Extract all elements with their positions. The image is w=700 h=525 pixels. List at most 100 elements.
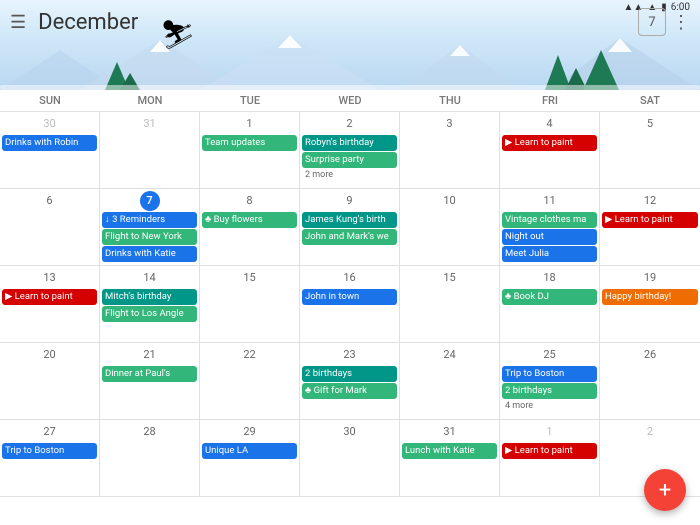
day-cell-32[interactable]: 31Lunch with Katie: [400, 420, 500, 496]
event-item[interactable]: ♣ Gift for Mark: [302, 383, 397, 399]
day-cell-20[interactable]: 19Happy birthday!: [600, 266, 700, 342]
event-item[interactable]: ▶ Learn to paint: [2, 289, 97, 305]
event-item[interactable]: Night out: [502, 229, 597, 245]
day-number: 2: [640, 422, 660, 442]
day-cell-24[interactable]: 232 birthdays♣ Gift for Mark: [300, 343, 400, 419]
event-item[interactable]: Drinks with Katie: [102, 246, 197, 262]
page-title: December: [38, 10, 638, 35]
day-number: 3: [440, 114, 460, 134]
event-item[interactable]: 2 birthdays: [502, 383, 597, 399]
day-cell-10[interactable]: 9James Kung's birthJohn and Mark's we: [300, 189, 400, 265]
event-item[interactable]: Team updates: [202, 135, 297, 151]
day-cell-6[interactable]: 5: [600, 112, 700, 188]
day-cell-26[interactable]: 25Trip to Boston2 birthdays4 more: [500, 343, 600, 419]
event-item[interactable]: Surprise party: [302, 152, 397, 168]
day-cell-23[interactable]: 22: [200, 343, 300, 419]
event-item[interactable]: ▶ Learn to paint: [502, 135, 597, 151]
event-item[interactable]: Meet Julia: [502, 246, 597, 262]
day-cell-3[interactable]: 2Robyn's birthdaySurprise party2 more: [300, 112, 400, 188]
day-cell-21[interactable]: 20: [0, 343, 100, 419]
day-cell-8[interactable]: 7↓ 3 RemindersFlight to New YorkDrinks w…: [100, 189, 200, 265]
event-item[interactable]: Happy birthday!: [602, 289, 698, 305]
day-number: 15: [440, 268, 460, 288]
day-cell-16[interactable]: 15: [200, 266, 300, 342]
calendar-icon-button[interactable]: 7: [638, 8, 666, 36]
day-number: 13: [40, 268, 60, 288]
day-cell-29[interactable]: 28: [100, 420, 200, 496]
day-number: 25: [540, 345, 560, 365]
day-cell-27[interactable]: 26: [600, 343, 700, 419]
event-item[interactable]: 2 more: [302, 169, 397, 181]
day-number: 24: [440, 345, 460, 365]
event-item[interactable]: 2 birthdays: [302, 366, 397, 382]
event-item[interactable]: Trip to Boston: [2, 443, 97, 459]
header-wed: WED: [300, 90, 400, 111]
day-number: 31: [140, 114, 160, 134]
day-cell-15[interactable]: 14Mitch's birthdayFlight to Los Angle: [100, 266, 200, 342]
day-number: 19: [640, 268, 660, 288]
day-cell-13[interactable]: 12▶ Learn to paint: [600, 189, 700, 265]
day-cell-1[interactable]: 31: [100, 112, 200, 188]
event-item[interactable]: John and Mark's we: [302, 229, 397, 245]
event-item[interactable]: James Kung's birth: [302, 212, 397, 228]
event-item[interactable]: ▶ Learn to paint: [502, 443, 597, 459]
day-cell-19[interactable]: 18♣ Book DJ: [500, 266, 600, 342]
add-event-button[interactable]: +: [644, 469, 686, 511]
day-number: 7: [140, 191, 160, 211]
event-item[interactable]: John in town: [302, 289, 397, 305]
day-number: 4: [540, 114, 560, 134]
day-cell-4[interactable]: 3: [400, 112, 500, 188]
more-options-icon[interactable]: ⋮: [672, 12, 690, 33]
event-item[interactable]: Mitch's birthday: [102, 289, 197, 305]
day-cell-25[interactable]: 24: [400, 343, 500, 419]
day-number: 30: [340, 422, 360, 442]
day-cell-14[interactable]: 13▶ Learn to paint: [0, 266, 100, 342]
event-item[interactable]: Dinner at Paul's: [102, 366, 197, 382]
event-item[interactable]: ↓ 3 Reminders: [102, 212, 197, 228]
event-item[interactable]: Drinks with Robin: [2, 135, 97, 151]
header-mon: MON: [100, 90, 200, 111]
day-cell-33[interactable]: 1▶ Learn to paint: [500, 420, 600, 496]
day-number: 12: [640, 191, 660, 211]
event-item[interactable]: Unique LA: [202, 443, 297, 459]
day-cell-18[interactable]: 15: [400, 266, 500, 342]
day-number: 1: [240, 114, 260, 134]
event-item[interactable]: ♣ Buy flowers: [202, 212, 297, 228]
day-number: 27: [40, 422, 60, 442]
header-sat: SAT: [600, 90, 700, 111]
day-cell-22[interactable]: 21Dinner at Paul's: [100, 343, 200, 419]
event-item[interactable]: Flight to New York: [102, 229, 197, 245]
day-number: 9: [340, 191, 360, 211]
event-item[interactable]: Vintage clothes ma: [502, 212, 597, 228]
header-fri: FRI: [500, 90, 600, 111]
day-number: 1: [540, 422, 560, 442]
day-cell-28[interactable]: 27Trip to Boston: [0, 420, 100, 496]
day-cell-5[interactable]: 4▶ Learn to paint: [500, 112, 600, 188]
day-cell-2[interactable]: 1Team updates: [200, 112, 300, 188]
menu-icon[interactable]: ☰: [10, 12, 26, 33]
day-number: 8: [240, 191, 260, 211]
event-item[interactable]: Robyn's birthday: [302, 135, 397, 151]
day-number: 10: [440, 191, 460, 211]
day-cell-30[interactable]: 29Unique LA: [200, 420, 300, 496]
header-actions: 7 ⋮: [638, 8, 690, 36]
day-cell-7[interactable]: 6: [0, 189, 100, 265]
day-cell-9[interactable]: 8♣ Buy flowers: [200, 189, 300, 265]
day-number: 20: [40, 345, 60, 365]
day-cell-12[interactable]: 11Vintage clothes maNight outMeet Julia: [500, 189, 600, 265]
day-cell-31[interactable]: 30: [300, 420, 400, 496]
event-item[interactable]: ▶ Learn to paint: [602, 212, 698, 228]
event-item[interactable]: Flight to Los Angle: [102, 306, 197, 322]
day-cell-11[interactable]: 10: [400, 189, 500, 265]
day-number: 26: [640, 345, 660, 365]
event-item[interactable]: ♣ Book DJ: [502, 289, 597, 305]
day-cell-0[interactable]: 30Drinks with Robin: [0, 112, 100, 188]
event-item[interactable]: 4 more: [502, 400, 597, 412]
event-item[interactable]: Trip to Boston: [502, 366, 597, 382]
header-banner: ▲▲ ▲ ▮ 6:00 ⛷ ☰ December: [0, 0, 700, 90]
day-cell-17[interactable]: 16John in town: [300, 266, 400, 342]
event-item[interactable]: Lunch with Katie: [402, 443, 497, 459]
day-number: 16: [340, 268, 360, 288]
header-tue: TUE: [200, 90, 300, 111]
day-number: 11: [540, 191, 560, 211]
